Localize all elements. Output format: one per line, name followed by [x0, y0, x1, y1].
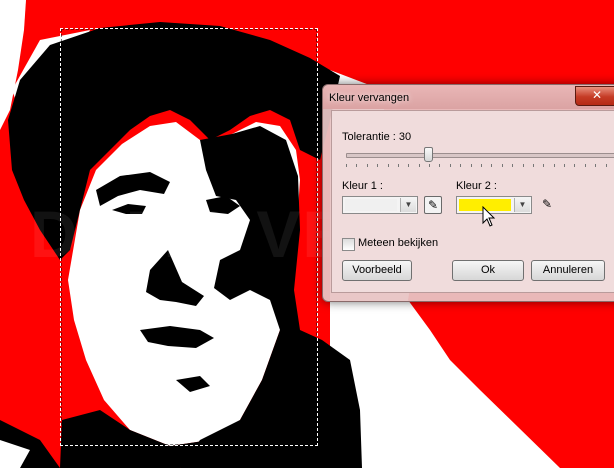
- slider-tick: [450, 164, 451, 167]
- dialog-title: Kleur vervangen: [329, 92, 410, 104]
- replace-color-dialog: Kleur vervangen ✕ Tolerantie : 30 Kleur …: [322, 84, 614, 302]
- slider-tick: [377, 164, 378, 167]
- slider-tick: [523, 164, 524, 167]
- color1-eyedropper-button[interactable]: ✎: [424, 196, 442, 214]
- slider-tick: [388, 164, 389, 167]
- slider-tick: [512, 164, 513, 167]
- color2-label: Kleur 2 :: [456, 180, 497, 192]
- slider-tick: [595, 164, 596, 167]
- tolerance-slider-thumb[interactable]: [424, 147, 433, 162]
- close-icon: ✕: [591, 88, 603, 102]
- slider-tick: [408, 164, 409, 167]
- slider-tick: [356, 164, 357, 167]
- slider-tick: [460, 164, 461, 167]
- cancel-button[interactable]: Annuleren: [531, 260, 605, 281]
- close-button[interactable]: ✕: [575, 86, 614, 106]
- slider-tick: [471, 164, 472, 167]
- slider-tick: [367, 164, 368, 167]
- tolerance-ticks: [346, 164, 614, 168]
- eyedropper-icon: ✎: [427, 198, 439, 212]
- chevron-down-icon[interactable]: ▼: [400, 198, 416, 212]
- eyedropper-icon: ✎: [541, 197, 553, 211]
- slider-tick: [574, 164, 575, 167]
- color1-select[interactable]: ▼: [342, 196, 418, 214]
- preview-button[interactable]: Voorbeeld: [342, 260, 412, 281]
- slider-tick: [398, 164, 399, 167]
- slider-tick: [585, 164, 586, 167]
- slider-tick: [419, 164, 420, 167]
- dialog-body: Tolerantie : 30 Kleur 1 : Kleur 2 : ▼ ✎ …: [331, 110, 614, 293]
- slider-tick: [346, 164, 347, 167]
- slider-tick: [554, 164, 555, 167]
- slider-tick: [606, 164, 607, 167]
- dialog-titlebar[interactable]: Kleur vervangen ✕: [323, 85, 614, 109]
- slider-tick: [502, 164, 503, 167]
- slider-tick: [533, 164, 534, 167]
- slider-tick: [564, 164, 565, 167]
- mouse-pointer-icon: [482, 206, 496, 227]
- tolerance-label: Tolerantie : 30: [342, 131, 412, 143]
- tolerance-slider-track[interactable]: [346, 153, 614, 158]
- ok-button[interactable]: Ok: [452, 260, 524, 281]
- color1-label: Kleur 1 :: [342, 180, 383, 192]
- slider-tick: [439, 164, 440, 167]
- color1-swatch: [345, 199, 397, 211]
- slider-tick: [481, 164, 482, 167]
- instant-preview-label: Meteen bekijken: [358, 237, 439, 249]
- chevron-down-icon[interactable]: ▼: [514, 198, 530, 212]
- slider-tick: [429, 164, 430, 167]
- color2-eyedropper-button[interactable]: ✎: [538, 196, 556, 214]
- instant-preview-checkbox[interactable]: [342, 238, 355, 251]
- selection-marquee[interactable]: [60, 28, 318, 446]
- slider-tick: [491, 164, 492, 167]
- slider-tick: [543, 164, 544, 167]
